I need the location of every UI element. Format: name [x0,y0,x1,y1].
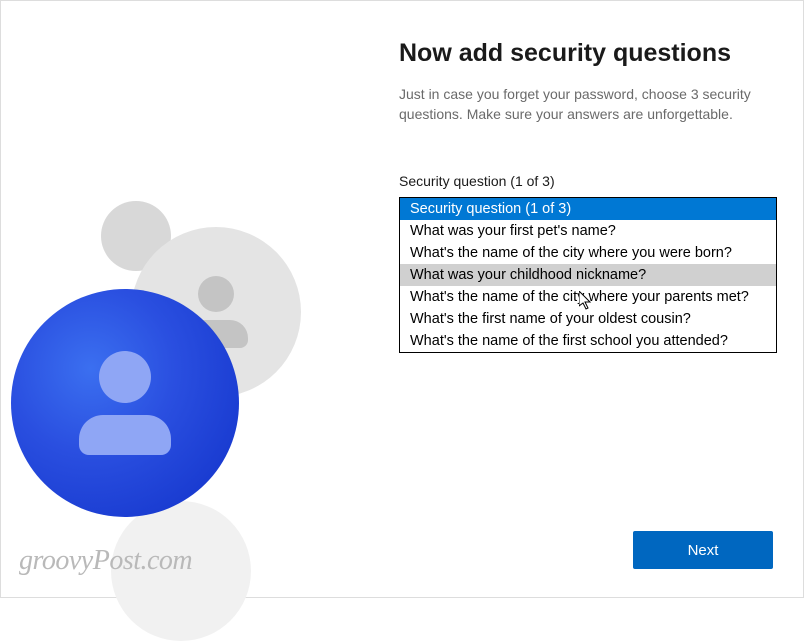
dropdown-option[interactable]: What's the name of the first school you … [400,330,776,352]
dropdown-option[interactable]: What's the first name of your oldest cou… [400,308,776,330]
person-icon [79,351,171,455]
watermark: groovyPost.com [19,545,192,577]
dropdown-option[interactable]: What's the name of the city where you we… [400,242,776,264]
page-title: Now add security questions [399,39,769,68]
security-question-dropdown[interactable]: Security question (1 of 3)What was your … [399,197,777,353]
account-illustration [1,201,361,561]
security-question-label: Security question (1 of 3) [399,173,769,189]
dropdown-option[interactable]: Security question (1 of 3) [400,198,776,220]
next-button[interactable]: Next [633,531,773,569]
avatar-blue [11,289,239,517]
dropdown-option[interactable]: What was your first pet's name? [400,220,776,242]
dropdown-option[interactable]: What was your childhood nickname? [400,264,776,286]
page-subtitle: Just in case you forget your password, c… [399,84,769,125]
dropdown-option[interactable]: What's the name of the city where your p… [400,286,776,308]
